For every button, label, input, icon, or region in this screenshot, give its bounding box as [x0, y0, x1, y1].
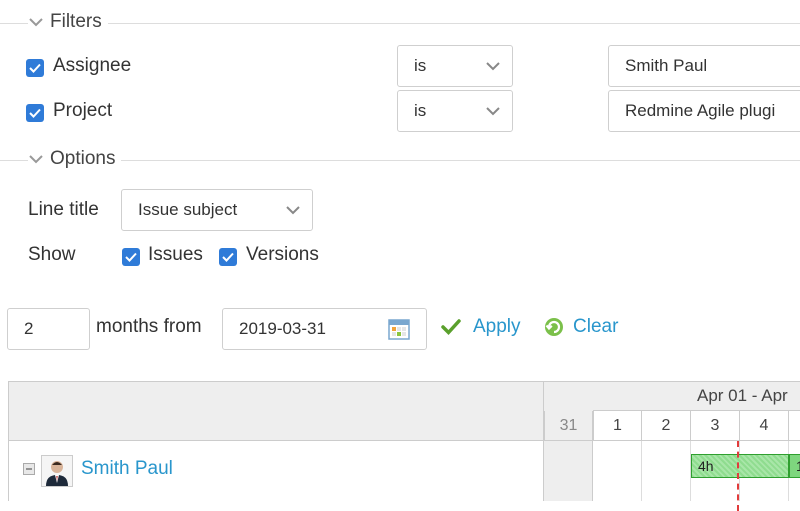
chevron-down-icon	[486, 107, 500, 116]
apply-link[interactable]: Apply	[473, 316, 521, 338]
gantt-day-label: 2	[661, 416, 671, 434]
gantt-day: 31	[544, 411, 593, 441]
assignee-value: Smith Paul	[625, 56, 708, 75]
show-versions-label: Versions	[246, 244, 319, 265]
months-value: 2	[24, 319, 34, 338]
refresh-icon	[545, 318, 563, 336]
gantt-bar-label: 4h	[698, 458, 714, 474]
gantt-cell	[593, 441, 642, 501]
gantt-day	[789, 411, 800, 441]
gantt-task-bar[interactable]: 1	[789, 454, 800, 478]
gantt-task-bar[interactable]: 4h	[691, 454, 789, 478]
show-issues-checkbox[interactable]	[122, 248, 140, 266]
assignee-value-select[interactable]: Smith Paul	[608, 45, 800, 87]
gantt-cell	[544, 441, 593, 501]
gantt-chart: Smith Paul Apr 01 - Apr 31 1 2 3 4 4h 1	[8, 381, 800, 511]
collapse-icon[interactable]	[23, 463, 35, 475]
gantt-today-line	[737, 441, 739, 511]
line-title-label: Line title	[28, 199, 99, 220]
checkmark-icon	[29, 63, 41, 73]
chevron-down-icon	[286, 206, 300, 215]
line-title-value: Issue subject	[138, 200, 238, 219]
gantt-day: 3	[691, 411, 740, 441]
project-label: Project	[53, 100, 113, 121]
gantt-header-gap	[544, 381, 593, 411]
assignee-operator-value: is	[414, 56, 427, 75]
chevron-down-icon	[486, 62, 500, 71]
project-operator-value: is	[414, 101, 427, 120]
months-from-label: months from	[96, 316, 202, 337]
chevron-down-icon	[29, 18, 43, 27]
checkmark-icon	[125, 252, 137, 262]
assignee-checkbox[interactable]	[26, 59, 44, 77]
gantt-day-label: 3	[710, 416, 720, 434]
gantt-subject-row: Smith Paul	[8, 441, 544, 501]
options-legend-label: Options	[50, 148, 116, 169]
show-label: Show	[28, 244, 76, 265]
line-title-select[interactable]: Issue subject	[121, 189, 313, 231]
filters-legend[interactable]: Filters	[28, 11, 108, 33]
checkmark-icon	[441, 319, 461, 336]
gantt-day: 4	[740, 411, 789, 441]
avatar	[41, 455, 73, 487]
gantt-cell	[642, 441, 691, 501]
gantt-subject-header	[8, 381, 544, 441]
calendar-icon[interactable]	[388, 318, 410, 340]
project-operator-select[interactable]: is	[397, 90, 513, 132]
start-date-value: 2019-03-31	[239, 319, 326, 338]
options-legend[interactable]: Options	[28, 148, 122, 170]
gantt-week-label: Apr 01 - Apr	[697, 386, 788, 405]
checkmark-icon	[222, 252, 234, 262]
project-value: Redmine Agile plugi	[625, 101, 776, 120]
gantt-day-label: 4	[759, 416, 769, 434]
filters-divider	[0, 23, 800, 24]
filters-legend-label: Filters	[50, 11, 102, 32]
gantt-day-label: 31	[559, 416, 578, 434]
clear-link[interactable]: Clear	[573, 316, 618, 338]
assignee-operator-select[interactable]: is	[397, 45, 513, 87]
gantt-day: 1	[593, 411, 642, 441]
gantt-user-link[interactable]: Smith Paul	[81, 458, 173, 480]
gantt-bar-label: 1	[796, 458, 800, 474]
months-input[interactable]: 2	[7, 308, 90, 350]
gantt-day: 2	[642, 411, 691, 441]
gantt-week-header: Apr 01 - Apr	[593, 381, 800, 411]
chevron-down-icon	[29, 155, 43, 164]
project-checkbox[interactable]	[26, 104, 44, 122]
checkmark-icon	[29, 108, 41, 118]
show-issues-label: Issues	[148, 244, 203, 265]
gantt-day-label: 1	[613, 416, 622, 434]
assignee-label: Assignee	[53, 55, 132, 76]
user-photo-icon	[42, 456, 72, 486]
project-value-select[interactable]: Redmine Agile plugi	[608, 90, 800, 132]
show-versions-checkbox[interactable]	[219, 248, 237, 266]
